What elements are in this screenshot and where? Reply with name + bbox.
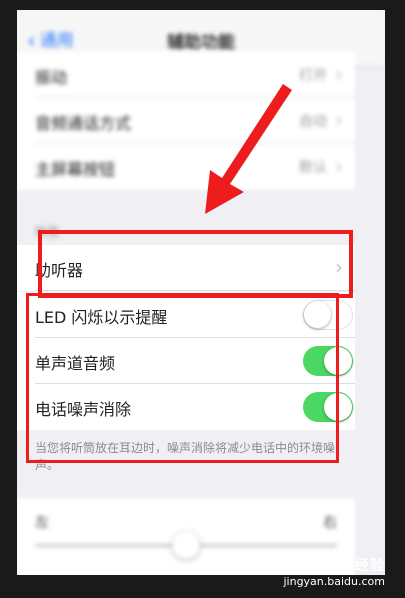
watermark-url: jingyan.baidu.com (283, 575, 385, 588)
watermark: Baidu经验 jingyan.baidu.com (283, 555, 385, 588)
watermark-brand: Baidu经验 (305, 558, 385, 574)
red-arrow-icon (205, 84, 292, 214)
highlight-box-hearing-aids (38, 230, 353, 298)
highlight-box-toggles (26, 293, 339, 463)
